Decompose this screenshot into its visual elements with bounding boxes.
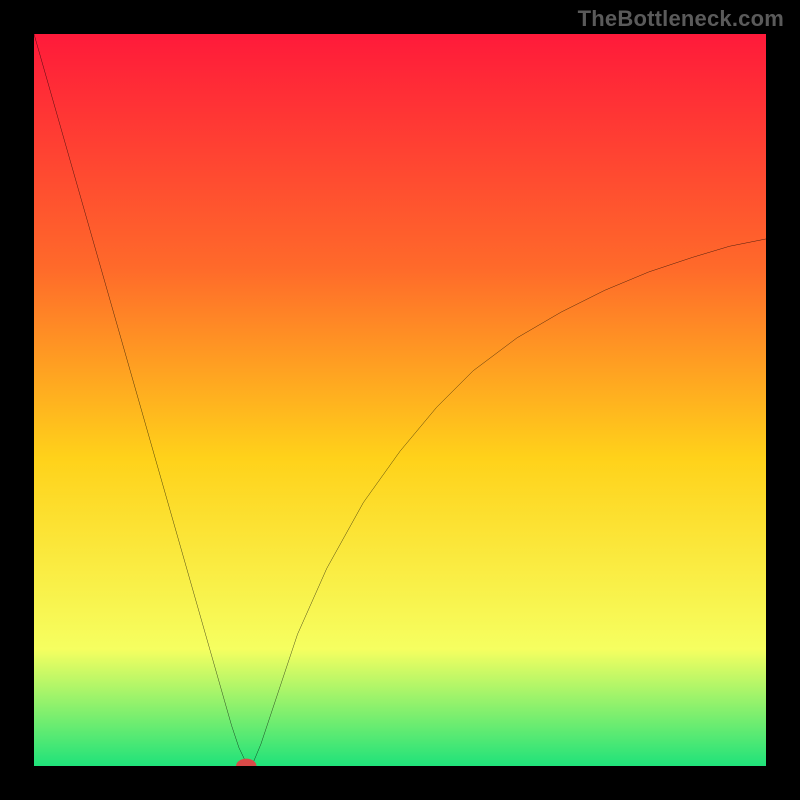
- plot-background: [34, 34, 766, 766]
- chart-frame: TheBottleneck.com: [0, 0, 800, 800]
- bottleneck-chart: [34, 34, 766, 766]
- attribution-text: TheBottleneck.com: [578, 6, 784, 32]
